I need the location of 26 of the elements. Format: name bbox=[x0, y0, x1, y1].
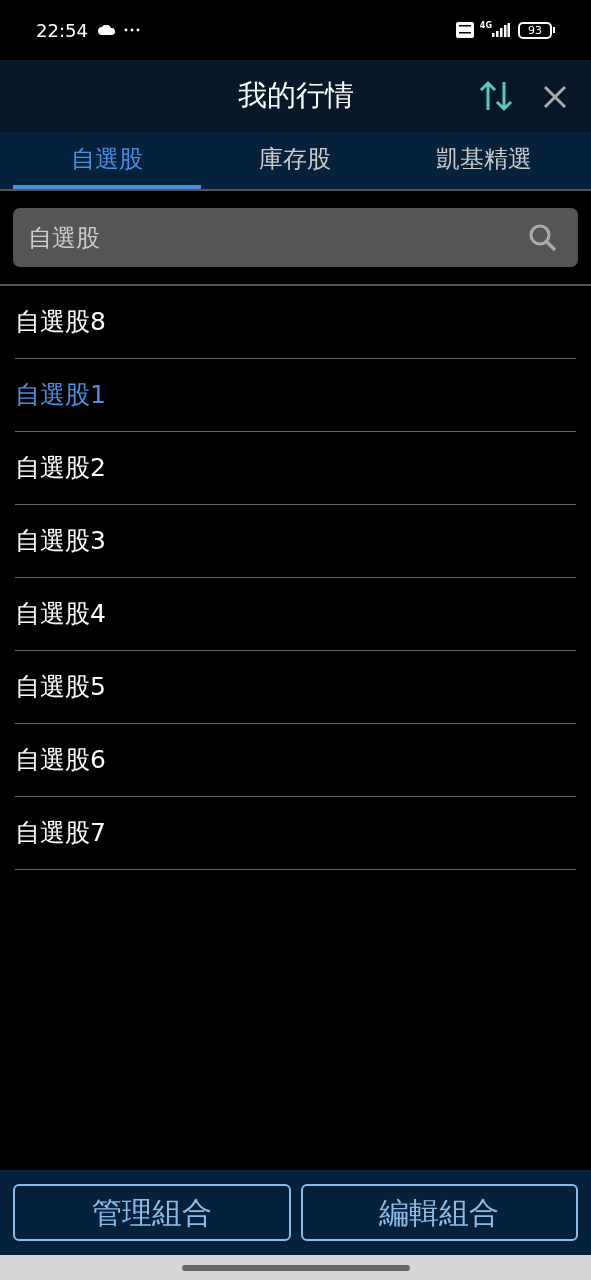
search-field[interactable]: 自選股 bbox=[13, 208, 578, 267]
search-icon bbox=[528, 223, 558, 253]
home-indicator[interactable] bbox=[181, 1264, 410, 1271]
signal-icon bbox=[492, 23, 510, 37]
tab[interactable]: 庫存股 bbox=[201, 132, 390, 189]
list-item[interactable]: 自選股4 bbox=[15, 578, 576, 651]
close-icon bbox=[543, 85, 567, 109]
list-item[interactable]: 自選股1 bbox=[15, 359, 576, 432]
list-item[interactable]: 自選股7 bbox=[15, 797, 576, 870]
list-item[interactable]: 自選股3 bbox=[15, 505, 576, 578]
list-item[interactable]: 自選股5 bbox=[15, 651, 576, 724]
page-title: 我的行情 bbox=[237, 77, 354, 115]
footer-button[interactable]: 編輯組合 bbox=[300, 1184, 578, 1241]
cloud-icon bbox=[97, 25, 116, 35]
more-icon bbox=[123, 28, 140, 32]
list-item[interactable]: 自選股2 bbox=[15, 432, 576, 505]
footer-button[interactable]: 管理組合 bbox=[13, 1184, 291, 1241]
network-label: 4G bbox=[479, 22, 492, 30]
sort-icon bbox=[478, 80, 514, 112]
list-item[interactable]: 自選股6 bbox=[15, 724, 576, 797]
battery-indicator: 93 bbox=[518, 21, 555, 39]
list-item[interactable]: 自選股8 bbox=[15, 286, 576, 359]
tab[interactable]: 自選股 bbox=[13, 132, 202, 189]
tab[interactable]: 凱基精選 bbox=[389, 132, 578, 189]
volte-icon bbox=[455, 22, 474, 38]
status-time: 22:54 bbox=[36, 18, 88, 43]
